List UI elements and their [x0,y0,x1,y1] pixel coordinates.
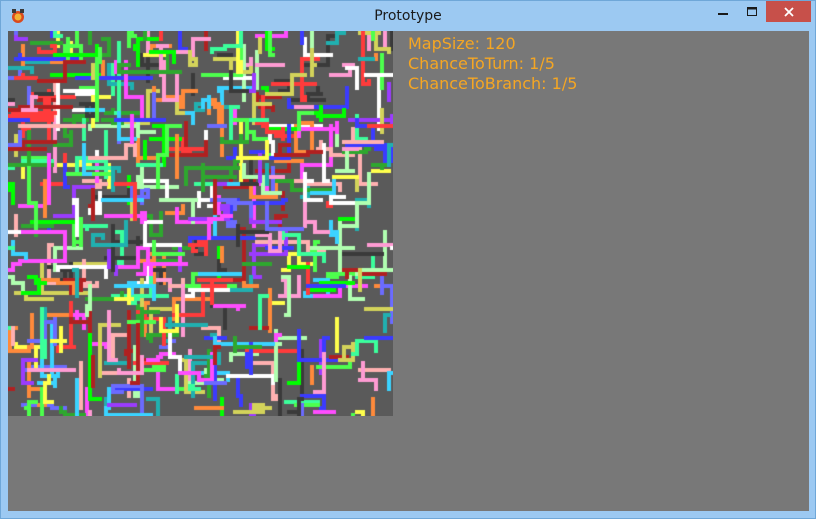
title-bar[interactable]: Prototype [1,1,815,31]
maximize-button[interactable] [738,1,766,22]
app-window: Prototype MapSize: 120 ChanceToTurn: 1/5… [0,0,816,519]
chance-to-branch-label: ChanceToBranch: 1/5 [408,74,578,93]
map-size-label: MapSize: 120 [408,34,516,53]
maximize-icon [747,6,757,16]
info-panel: MapSize: 120 ChanceToTurn: 1/5 ChanceToB… [408,34,577,94]
chance-to-turn-label: ChanceToTurn: 1/5 [408,54,555,73]
window-title: Prototype [374,8,442,24]
minimize-button[interactable] [708,1,738,22]
close-icon [783,6,794,17]
minimize-icon [718,12,728,15]
close-button[interactable] [766,1,811,22]
maze-map-canvas[interactable] [8,31,393,416]
client-area: MapSize: 120 ChanceToTurn: 1/5 ChanceToB… [8,31,809,511]
